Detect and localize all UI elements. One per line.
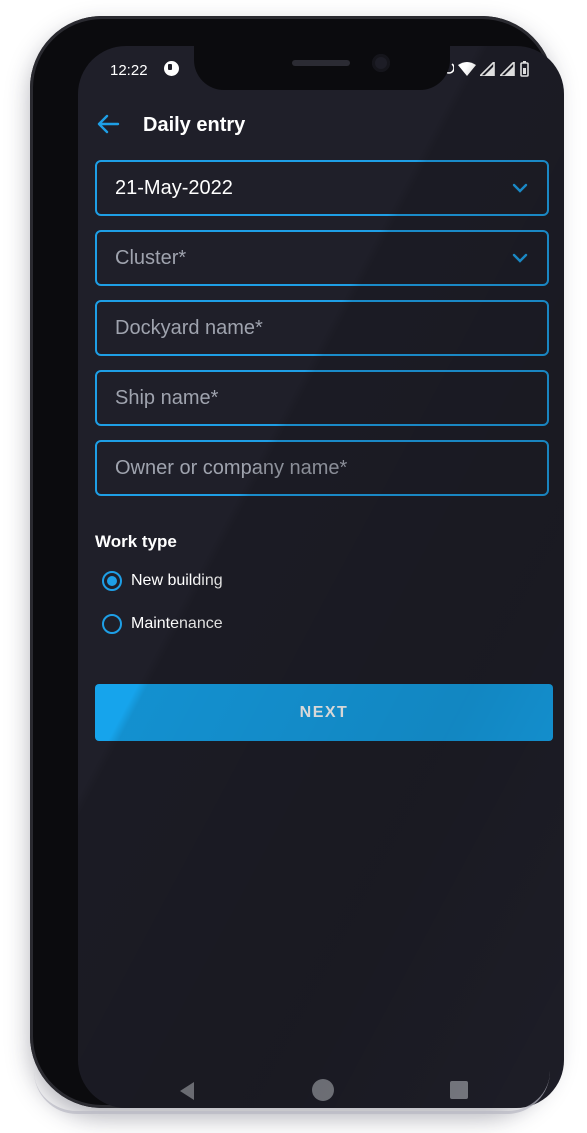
radio-dot [107, 576, 117, 586]
date-dropdown[interactable]: 21-May-2022 [95, 160, 549, 216]
owner-placeholder: Owner or company name* [115, 456, 348, 479]
battery-icon [520, 61, 529, 77]
data-saver-icon [164, 61, 179, 76]
app-screen: 12:22 Daily entry 21-May-2022 Cluster* D… [78, 46, 564, 1108]
arrow-left-icon [97, 114, 120, 134]
owner-company-input[interactable]: Owner or company name* [95, 440, 549, 496]
nav-recents-icon[interactable] [450, 1081, 468, 1099]
signal-icon [480, 62, 495, 76]
date-value: 21-May-2022 [115, 176, 233, 199]
status-time: 12:22 [110, 62, 148, 79]
front-camera [372, 54, 390, 72]
cluster-placeholder: Cluster* [115, 246, 187, 269]
chevron-down-icon [512, 253, 528, 263]
ship-placeholder: Ship name* [115, 386, 219, 409]
signal-icon-2 [500, 62, 515, 76]
radio-label-new-building: New building [131, 572, 223, 589]
radio-button-selected[interactable] [102, 571, 122, 591]
phone-frame: 12:22 Daily entry 21-May-2022 Cluster* D… [30, 16, 564, 1114]
back-button[interactable] [94, 110, 122, 138]
next-button[interactable]: NEXT [95, 684, 553, 741]
ship-name-input[interactable]: Ship name* [95, 370, 549, 426]
status-icons [444, 60, 529, 78]
wifi-icon [458, 62, 476, 76]
chevron-down-icon [512, 183, 528, 193]
radio-label-maintenance: Maintenance [131, 615, 223, 632]
radio-new-building[interactable]: New building [102, 569, 223, 593]
work-type-label: Work type [95, 532, 177, 551]
nav-home-icon[interactable] [312, 1079, 334, 1101]
app-bar: Daily entry [78, 106, 564, 146]
page-title: Daily entry [143, 114, 246, 136]
dockyard-placeholder: Dockyard name* [115, 316, 263, 339]
radio-button-unselected[interactable] [102, 614, 122, 634]
radio-maintenance[interactable]: Maintenance [102, 612, 223, 636]
camera-notch [194, 46, 450, 90]
speaker-grille [292, 60, 350, 66]
cluster-dropdown[interactable]: Cluster* [95, 230, 549, 286]
dockyard-name-input[interactable]: Dockyard name* [95, 300, 549, 356]
nav-back-icon[interactable] [176, 1080, 198, 1102]
